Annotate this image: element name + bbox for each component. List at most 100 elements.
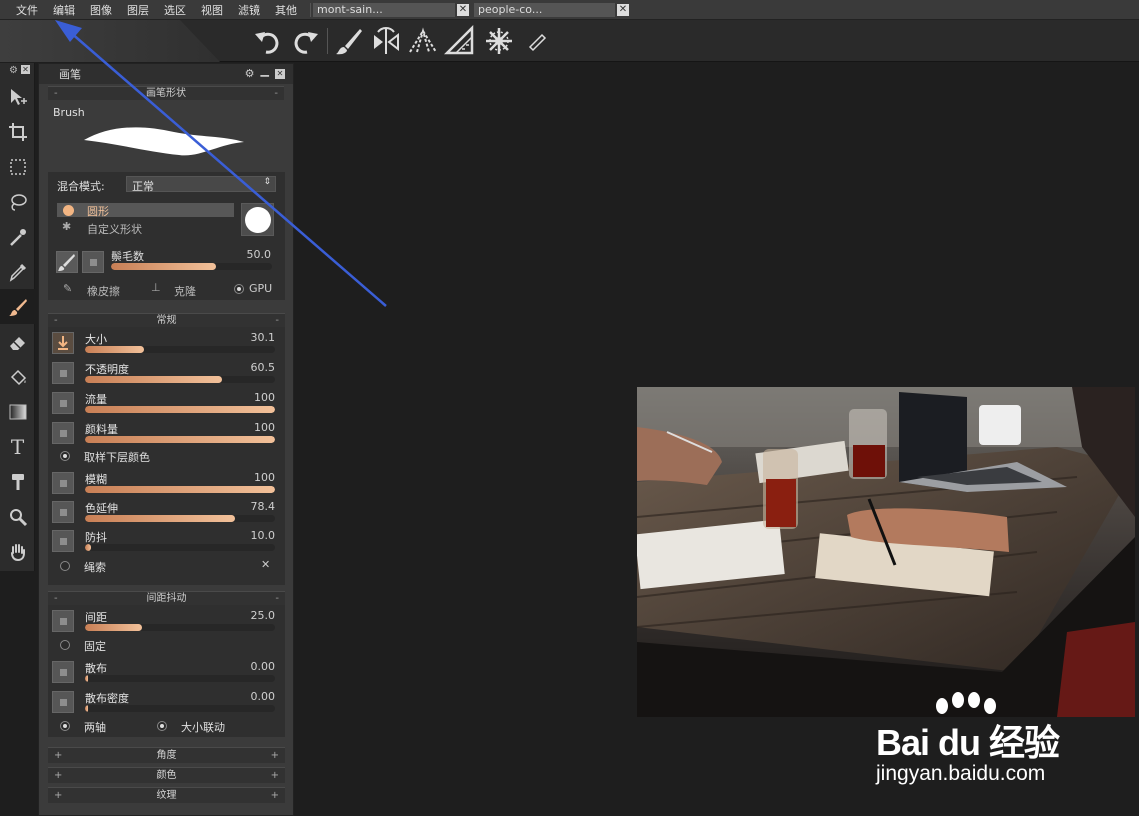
measure-icon[interactable]	[520, 25, 552, 57]
menu-select[interactable]: 选区	[156, 2, 193, 18]
both-axes-radio[interactable]	[60, 721, 70, 731]
gear-icon[interactable]: ⚙	[245, 67, 255, 80]
slider-blur[interactable]: 模糊 100	[48, 469, 285, 497]
brush-icon[interactable]	[333, 25, 365, 57]
slider-color-stretch[interactable]: 色延伸 78.4	[48, 498, 285, 526]
blend-mode-select[interactable]: 正常 ⇕	[126, 176, 276, 193]
brush-panel: 画笔 ⚙ ▁ ✕ - 画笔形状 - Brush 混合模式: 正常 ⇕ 圆形 ✱ 自定…	[38, 63, 294, 816]
chevron-updown-icon: ⇕	[263, 177, 271, 187]
tool-strip: ⚙ ✕ T	[0, 63, 35, 571]
brush-tip-preview[interactable]	[241, 203, 274, 236]
bristle-brush-icon[interactable]	[56, 251, 78, 273]
slider-flow[interactable]: 流量 100	[48, 389, 285, 417]
bristles-slider-fill	[111, 263, 216, 270]
angle-section-header[interactable]: + 角度 +	[48, 747, 285, 763]
menu-layer[interactable]: 图层	[119, 2, 156, 18]
ruler-icon[interactable]	[444, 25, 476, 57]
eraser-tool-icon[interactable]	[0, 324, 35, 359]
brush-stroke-preview[interactable]	[79, 122, 249, 162]
size-link-label: 大小联动	[181, 721, 225, 734]
toolbar-divider	[327, 28, 328, 54]
top-toolbar	[0, 20, 1139, 62]
brush-shape-header[interactable]: - 画笔形状 -	[48, 86, 284, 100]
puzzle-icon: ✱	[62, 220, 72, 233]
shape-custom-option[interactable]: ✱ 自定义形状	[57, 220, 234, 236]
slider-opacity[interactable]: 不透明度 60.5	[48, 359, 285, 387]
sample-below-label: 取样下层颜色	[84, 451, 150, 464]
crop-tool-icon[interactable]	[0, 114, 35, 149]
eraser-icon[interactable]: ✎	[63, 282, 72, 295]
lasso-icon[interactable]	[0, 184, 35, 219]
bristles-slider[interactable]	[111, 263, 272, 270]
zoom-icon[interactable]	[0, 499, 35, 534]
scatter-toggle	[52, 661, 74, 683]
blend-mode-label: 混合模式:	[57, 180, 105, 193]
wrench-icon[interactable]: ✕	[261, 558, 270, 571]
symmetry-icon[interactable]	[370, 25, 402, 57]
size-link-radio[interactable]	[157, 721, 167, 731]
menu-filter[interactable]: 滤镜	[230, 2, 267, 18]
doc-tab-close-icon[interactable]: ✕	[617, 4, 629, 16]
scatter-density-toggle	[52, 691, 74, 713]
sample-below-radio[interactable]	[60, 451, 70, 461]
general-header[interactable]: - 常规 -	[48, 313, 285, 327]
color-section-header[interactable]: + 颜色 +	[48, 767, 285, 783]
fixed-radio[interactable]	[60, 640, 70, 650]
clone-mode-label[interactable]: 克隆	[174, 283, 196, 299]
menu-file[interactable]: 文件	[8, 2, 45, 18]
fill-bucket-icon[interactable]	[0, 359, 35, 394]
smudge-icon[interactable]	[0, 464, 35, 499]
menu-other[interactable]: 其他	[267, 2, 304, 18]
close-icon[interactable]: ✕	[275, 69, 285, 79]
jitter-header[interactable]: - 间距抖动 -	[48, 591, 285, 605]
doc-tab-people[interactable]: people-co...	[474, 3, 615, 17]
perspective-icon[interactable]	[407, 25, 439, 57]
color-stretch-toggle	[52, 501, 74, 523]
slider-size[interactable]: 大小 30.1	[48, 329, 285, 357]
stabilizer-toggle	[52, 530, 74, 552]
hand-icon[interactable]	[0, 534, 35, 569]
rect-select-icon[interactable]	[0, 149, 35, 184]
watermark-url: jingyan.baidu.com	[876, 762, 1046, 785]
brush-tool-icon[interactable]	[0, 289, 35, 324]
move-tool-icon[interactable]	[0, 79, 35, 114]
gear-icon[interactable]: ⚙	[9, 65, 18, 79]
opacity-toggle	[52, 362, 74, 384]
slider-scatter[interactable]: 散布 0.00	[48, 658, 285, 686]
gpu-radio[interactable]	[234, 284, 244, 294]
stamp-icon[interactable]: ⊥	[151, 281, 161, 294]
eraser-mode-label[interactable]: 橡皮擦	[87, 283, 120, 299]
menu-image[interactable]: 图像	[82, 2, 119, 18]
shape-round-option[interactable]: 圆形	[57, 203, 234, 218]
baidu-watermark: Bai du 经验 jingyan.baidu.com	[872, 692, 1092, 792]
slider-stabilizer[interactable]: 防抖 10.0	[48, 527, 285, 555]
mandala-icon[interactable]	[483, 25, 515, 57]
menu-divider	[310, 2, 311, 17]
close-icon[interactable]: ✕	[21, 65, 30, 74]
texture-section-header[interactable]: + 纹理 +	[48, 787, 285, 803]
gradient-icon[interactable]	[0, 394, 35, 429]
size-pressure-icon[interactable]	[52, 332, 74, 354]
slider-spacing[interactable]: 间距 25.0	[48, 607, 285, 635]
menu-edit[interactable]: 编辑	[45, 2, 82, 18]
doc-tab-mont[interactable]: mont-sain...	[313, 3, 455, 17]
menu-view[interactable]: 视图	[193, 2, 230, 18]
magic-wand-icon[interactable]	[0, 219, 35, 254]
panel-title: 画笔	[59, 68, 81, 81]
eyedropper-icon[interactable]	[0, 254, 35, 289]
both-axes-label: 两轴	[84, 721, 106, 734]
undo-icon[interactable]	[252, 25, 284, 57]
slider-paint-amount[interactable]: 颜料量 100	[48, 419, 285, 447]
canvas-image[interactable]	[637, 387, 1135, 717]
slider-scatter-density[interactable]: 散布密度 0.00	[48, 688, 285, 716]
bristle-toggle[interactable]	[82, 251, 104, 273]
redo-icon[interactable]	[289, 25, 321, 57]
toolbar-decoration	[0, 20, 220, 62]
minimize-icon[interactable]: ▁	[261, 65, 269, 80]
lasso-radio[interactable]	[60, 561, 70, 571]
fixed-label: 固定	[84, 640, 106, 653]
doc-tab-close-icon[interactable]: ✕	[457, 4, 469, 16]
lasso-label: 绳索	[84, 561, 106, 574]
brush-name: Brush	[53, 106, 85, 119]
text-tool-icon[interactable]: T	[0, 429, 35, 464]
